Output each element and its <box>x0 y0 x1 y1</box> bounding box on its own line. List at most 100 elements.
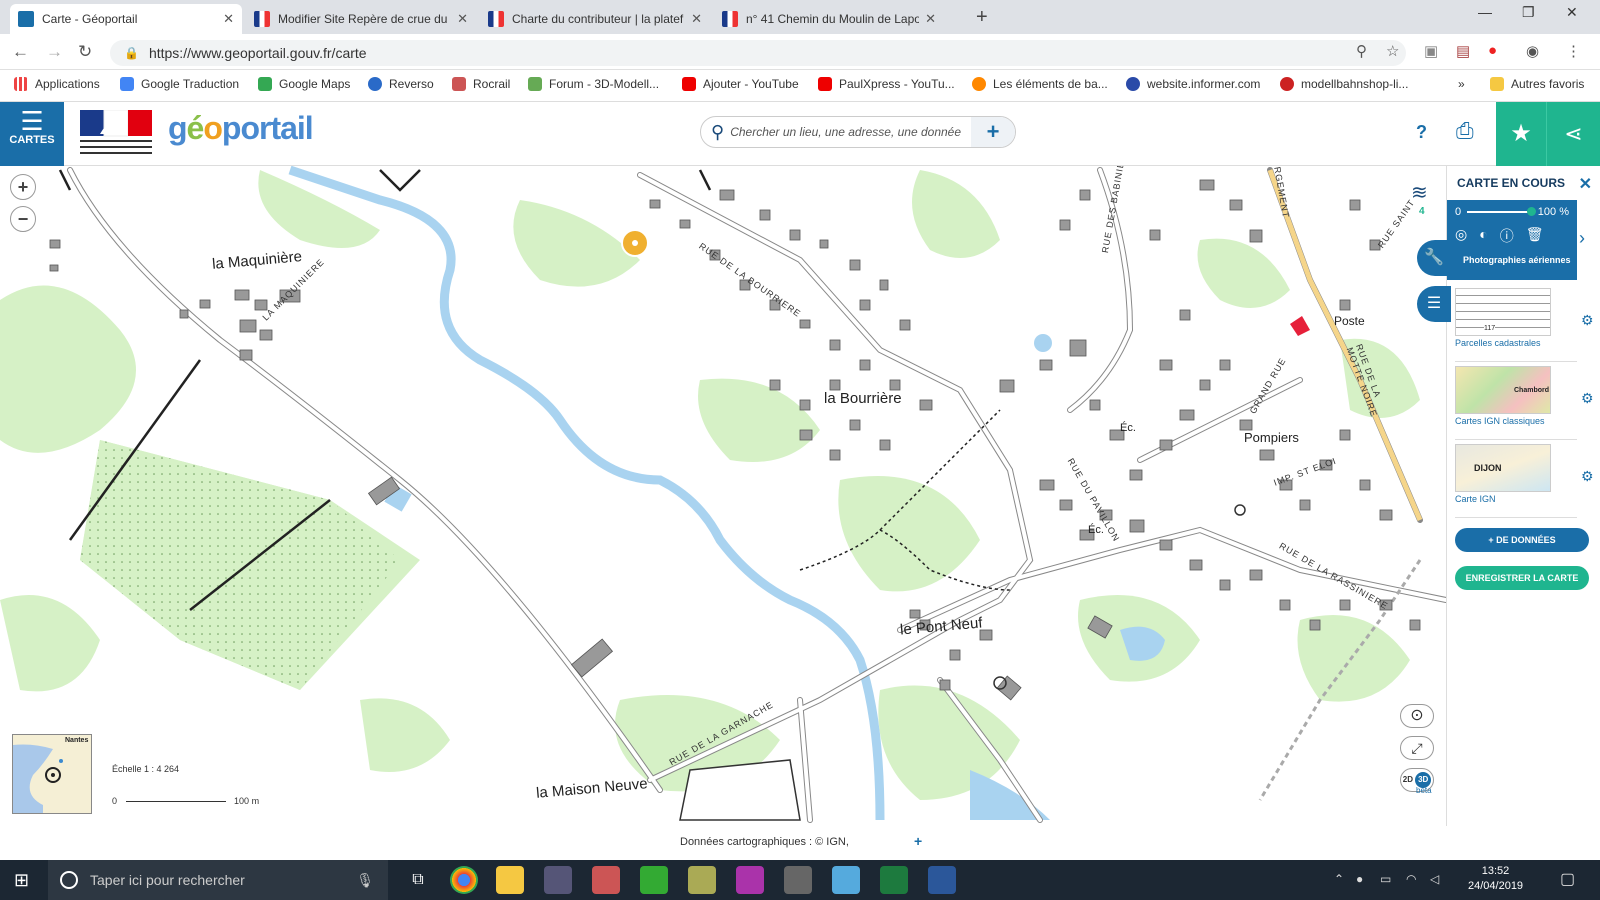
volume-icon[interactable]: ◁ <box>1430 872 1439 886</box>
bookmark-youtube[interactable]: Ajouter - YouTube <box>682 77 799 91</box>
more-data-button[interactable]: + DE DONNÉES <box>1455 528 1589 552</box>
back-icon[interactable]: ← <box>12 42 29 62</box>
bookmark-google-maps[interactable]: Google Maps <box>258 77 350 91</box>
zoom-icon[interactable]: ⚲ <box>1356 42 1367 60</box>
taskbar-search[interactable]: Taper ici pour rechercher 🎙 <box>48 860 388 900</box>
share-button[interactable]: ⋖ <box>1546 102 1600 166</box>
fullscreen-button[interactable]: ⤢ <box>1400 736 1434 760</box>
profile-icon[interactable]: ◉ <box>1526 42 1539 60</box>
credits-expand-button[interactable]: + <box>914 833 922 849</box>
overview-minimap[interactable]: Nantes <box>12 734 92 814</box>
active-layer-card[interactable]: 0 100 % ◎ ◐ ⓘ 🗑 Photographies aériennes <box>1447 200 1577 280</box>
bookmark-reverso[interactable]: Reverso <box>368 77 434 91</box>
geoportail-header: ☰ CARTES géoportail ⚲ Chercher un lieu, … <box>0 102 1600 166</box>
layers-icon[interactable]: ≋ <box>1411 180 1428 205</box>
panel-title: CARTE EN COURS <box>1457 176 1566 190</box>
forward-icon[interactable]: → <box>46 42 63 62</box>
print-icon[interactable]: ⎙ <box>1456 118 1474 144</box>
gear-icon[interactable]: ⚙ <box>1581 468 1594 485</box>
new-tab-button[interactable]: + <box>976 6 988 29</box>
bookmark-star-icon[interactable]: ☆ <box>1386 42 1399 60</box>
reload-icon[interactable]: ↻ <box>78 42 92 62</box>
zoom-out-button[interactable]: − <box>10 206 36 232</box>
help-button[interactable]: ? <box>1416 122 1427 143</box>
excel-taskbar-icon[interactable] <box>880 866 908 894</box>
bookmarks-bar: Applications Google Traduction Google Ma… <box>0 70 1600 102</box>
wrench-tool-icon[interactable]: 🔧 <box>1417 240 1451 276</box>
save-map-button[interactable]: ENREGISTRER LA CARTE <box>1455 566 1589 590</box>
tab-chemin-moulin[interactable]: n° 41 Chemin du Moulin de Lapo ✕ <box>714 4 944 34</box>
battery-icon[interactable]: ▭ <box>1380 872 1391 886</box>
opacity-knob[interactable] <box>1526 207 1536 216</box>
gear-icon[interactable]: ⚙ <box>1581 390 1594 407</box>
map-canvas[interactable]: la Maquinière la Bourrière le Pont Neuf … <box>0 166 1446 826</box>
tray-app-icon[interactable]: ● <box>1356 872 1363 886</box>
layer-carte-ign[interactable]: DIJON Carte IGN <box>1455 444 1577 518</box>
task-view-icon[interactable]: ⧉ <box>404 866 432 894</box>
url-field[interactable]: 🔒 https://www.geoportail.gouv.fr/carte <box>110 40 1406 66</box>
tab-modifier-site[interactable]: Modifier Site Repère de crue du I ✕ <box>246 4 476 34</box>
tray-chevron-icon[interactable]: ⌃ <box>1334 872 1344 886</box>
bookmark-google-traduction[interactable]: Google Traduction <box>120 77 239 91</box>
tab-charte[interactable]: Charte du contributeur | la platef ✕ <box>480 4 710 34</box>
close-panel-icon[interactable]: ✕ <box>1579 174 1592 194</box>
search-options-plus-button[interactable]: + <box>971 117 1015 147</box>
cartes-menu-button[interactable]: ☰ CARTES <box>0 102 64 166</box>
close-tab-icon[interactable]: ✕ <box>223 11 234 27</box>
zoom-in-button[interactable]: + <box>10 174 36 200</box>
ign-map-thumbnail: DIJON <box>1455 444 1551 492</box>
app-taskbar-icon[interactable] <box>784 866 812 894</box>
maximize-icon[interactable]: ❐ <box>1522 4 1535 21</box>
file-explorer-icon[interactable] <box>496 866 524 894</box>
notifications-icon[interactable]: ▢ <box>1560 869 1575 889</box>
bookmark-rocrail[interactable]: Rocrail <box>452 77 510 91</box>
tab-geoportail[interactable]: Carte - Géoportail ✕ <box>10 4 242 34</box>
close-tab-icon[interactable]: ✕ <box>457 11 468 27</box>
chrome-menu-icon[interactable]: ⋮ <box>1566 42 1581 60</box>
active-layer-name: Photographies aériennes <box>1463 255 1571 265</box>
app-taskbar-icon[interactable] <box>544 866 572 894</box>
favorites-star-button[interactable]: ★ <box>1496 102 1546 166</box>
wifi-icon[interactable]: ◠ <box>1406 872 1416 886</box>
opacity-slider[interactable]: 0 100 % <box>1455 206 1569 218</box>
app-taskbar-icon[interactable] <box>592 866 620 894</box>
geolocate-button[interactable]: ⊙ <box>1400 704 1434 728</box>
minimize-icon[interactable]: — <box>1478 4 1492 20</box>
search-field[interactable]: ⚲ Chercher un lieu, une adresse, une don… <box>700 116 1016 148</box>
hide-layer-icon[interactable]: ◎ <box>1455 226 1467 246</box>
app-taskbar-icon[interactable] <box>688 866 716 894</box>
bookmark-forum-3d[interactable]: Forum - 3D-Modell... <box>528 77 659 91</box>
bookmark-applications[interactable]: Applications <box>14 77 100 91</box>
info-icon[interactable]: ⓘ <box>1500 226 1514 246</box>
extension-icon[interactable]: ▣ <box>1424 42 1438 60</box>
bookmark-modellbahnshop[interactable]: modellbahnshop-li... <box>1280 77 1408 91</box>
trash-icon[interactable]: 🗑 <box>1526 226 1544 246</box>
bookmark-autres-favoris[interactable]: Autres favoris <box>1490 77 1584 91</box>
close-tab-icon[interactable]: ✕ <box>691 11 702 27</box>
layer-cartes-ign-classiques[interactable]: Chambord Cartes IGN classiques <box>1455 366 1577 440</box>
bookmarks-overflow-button[interactable]: » <box>1458 77 1465 91</box>
close-window-icon[interactable]: ✕ <box>1566 4 1578 21</box>
chevron-right-icon[interactable]: › <box>1579 228 1585 249</box>
opera-extension-icon[interactable]: ● <box>1488 42 1497 59</box>
bookmark-paulxpress[interactable]: PaulXpress - YouTu... <box>818 77 955 91</box>
gear-icon[interactable]: ⚙ <box>1581 312 1594 329</box>
bookmark-website-informer[interactable]: website.informer.com <box>1126 77 1260 91</box>
bookmark-elements[interactable]: Les éléments de ba... <box>972 77 1108 91</box>
close-tab-icon[interactable]: ✕ <box>925 11 936 27</box>
app-taskbar-icon[interactable] <box>736 866 764 894</box>
3d-beta-label: bêta <box>1416 786 1432 795</box>
taskbar-clock[interactable]: 13:52 24/04/2019 <box>1468 864 1523 894</box>
microphone-icon[interactable]: 🎙 <box>356 872 374 889</box>
layer-parcelles-cadastrales[interactable]: 117 Parcelles cadastrales <box>1455 288 1577 362</box>
app-taskbar-icon[interactable] <box>832 866 860 894</box>
pdf-extension-icon[interactable]: ▤ <box>1456 42 1470 60</box>
layer-list-icon[interactable]: ☰ <box>1417 286 1451 322</box>
geoportail-logo[interactable]: géoportail <box>168 110 314 147</box>
map-credits: Données cartographiques : © IGN, <box>680 836 849 848</box>
word-taskbar-icon[interactable] <box>928 866 956 894</box>
chrome-taskbar-icon[interactable] <box>450 866 478 894</box>
windows-start-icon[interactable]: ⊞ <box>14 870 29 891</box>
app-taskbar-icon[interactable] <box>640 866 668 894</box>
palette-icon[interactable]: ◐ <box>1479 226 1487 246</box>
